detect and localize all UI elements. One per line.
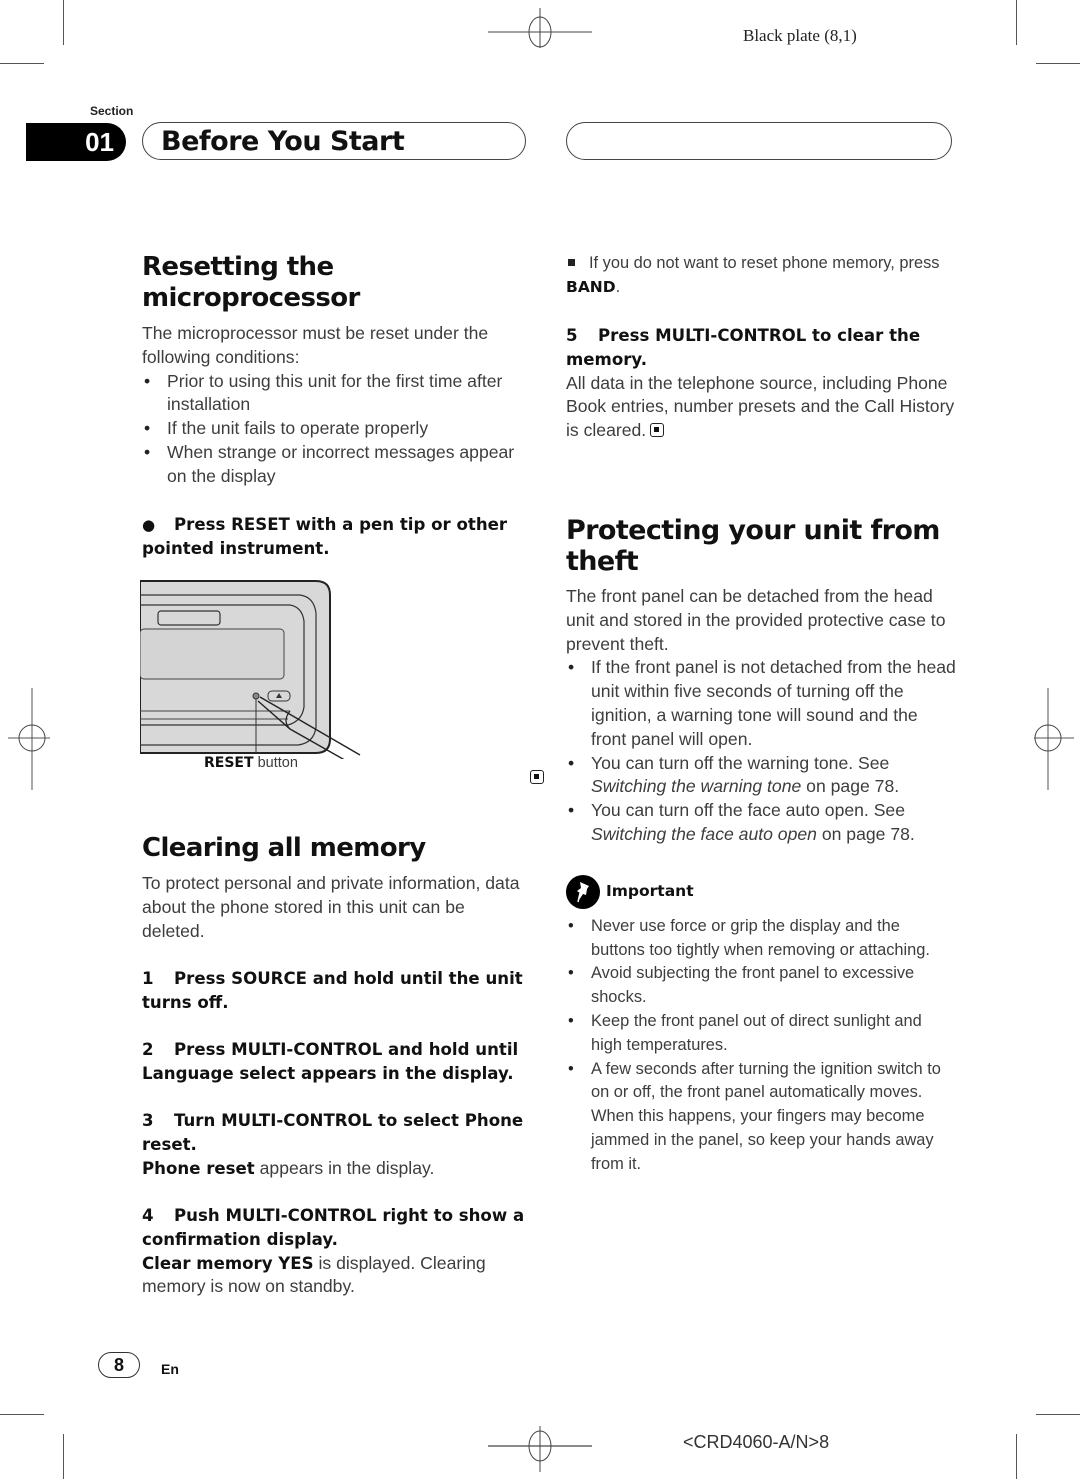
step-2: 2 Press MULTI-CONTROL and hold until Lang… xyxy=(142,1038,532,1086)
caption-text: button xyxy=(253,754,298,771)
crop-mark xyxy=(1016,1434,1017,1479)
crop-mark xyxy=(63,1434,64,1479)
protecting-list: If the front panel is not detached from … xyxy=(566,656,956,846)
result-text: appears in the display. xyxy=(254,1157,435,1178)
step-1: 1 Press SOURCE and hold until the unit tu… xyxy=(142,967,532,1015)
note-text: If you do not want to reset phone memory… xyxy=(589,254,940,272)
list-item: Prior to using this unit for the first t… xyxy=(142,370,532,418)
cross-reference-link[interactable]: Switching the warning tone xyxy=(591,776,801,796)
crop-mark xyxy=(1036,63,1080,64)
step-5: 5 Press MULTI-CONTROL to clear the memory… xyxy=(566,324,956,372)
step-text: Push MULTI-CONTROL right to show a confi… xyxy=(142,1205,525,1249)
band-note: If you do not want to reset phone memory… xyxy=(566,252,956,300)
step-4: 4 Push MULTI-CONTROL right to show a conf… xyxy=(142,1204,532,1252)
protecting-intro: The front panel can be detached from the… xyxy=(566,585,946,654)
protecting-heading: Protecting your unit from theft xyxy=(566,514,940,577)
step-3: 3 Turn MULTI-CONTROL to select Phone rese… xyxy=(142,1109,532,1157)
caption-bold: RESET xyxy=(204,754,254,771)
step-text: Press SOURCE and hold until the unit tur… xyxy=(142,968,523,1012)
left-column: Resetting the microprocessor The micropr… xyxy=(140,252,544,1300)
resetting-heading: Resetting the microprocessor xyxy=(142,252,360,313)
step-text: Turn MULTI-CONTROL to select Phone reset… xyxy=(142,1110,524,1154)
clearing-intro: To protect personal and private informat… xyxy=(142,873,520,941)
list-item: You can turn off the warning tone. See S… xyxy=(566,752,956,800)
list-item: Keep the front panel out of direct sunli… xyxy=(566,1010,956,1058)
step-4-result: Clear memory YES is displayed. Clearing … xyxy=(142,1252,532,1300)
list-item: When strange or incorrect messages appea… xyxy=(142,441,532,489)
square-bullet-icon xyxy=(568,259,575,267)
crop-mark xyxy=(63,0,64,45)
list-item: If the front panel is not detached from … xyxy=(566,656,956,751)
step-number: 1 xyxy=(142,968,154,988)
important-list: Never use force or grip the display and … xyxy=(566,915,956,1177)
list-item: You can turn off the face auto open. See… xyxy=(566,799,956,847)
section-title: Before You Start xyxy=(142,122,526,160)
note-bold: BAND xyxy=(566,277,616,296)
item-text: You can turn off the face auto open. See xyxy=(591,800,906,821)
language-label: En xyxy=(161,1361,179,1377)
clearing-heading: Clearing all memory xyxy=(142,833,426,864)
reset-button-illustration xyxy=(140,579,361,759)
step-5-result: All data in the telephone source, includ… xyxy=(566,372,956,443)
important-list-wrap: Never use force or grip the display and … xyxy=(566,915,956,1177)
pushpin-icon xyxy=(566,874,600,909)
crop-mark xyxy=(0,63,44,64)
end-mark-icon xyxy=(650,423,665,438)
step-text: Press MULTI-CONTROL and hold until Langu… xyxy=(142,1039,519,1083)
crop-mark xyxy=(0,1414,44,1415)
step-number: 3 xyxy=(142,1110,154,1130)
resetting-intro: The microprocessor must be reset under t… xyxy=(142,323,489,367)
list-item: If the unit fails to operate properly xyxy=(142,417,532,441)
empty-header-pill xyxy=(566,122,952,160)
list-item: A few seconds after turning the ignition… xyxy=(566,1058,956,1177)
reset-instruction: ● Press RESET with a pen tip or other poi… xyxy=(142,513,532,561)
list-item: Avoid subjecting the front panel to exce… xyxy=(566,962,956,1010)
plate-label: Black plate (8,1) xyxy=(743,26,857,45)
section-number-badge: 01 xyxy=(26,123,126,161)
step-3-result: Phone reset appears in the display. xyxy=(142,1157,532,1181)
step-number: 5 xyxy=(566,325,578,345)
document-code: <CRD4060-A/N>8 xyxy=(683,1432,830,1452)
bullet-icon: ● xyxy=(142,515,156,534)
crop-mark xyxy=(1036,1414,1080,1415)
important-label: Important xyxy=(606,881,694,900)
result-bold: Clear memory YES xyxy=(142,1253,314,1273)
item-text: You can turn off the warning tone. See xyxy=(591,752,890,773)
note-suffix: . xyxy=(615,277,621,296)
registration-mark-bottom xyxy=(488,1426,592,1472)
registration-mark-top xyxy=(488,8,592,48)
item-text: on page 78. xyxy=(816,823,915,844)
registration-mark-right xyxy=(1034,688,1074,790)
step-text: Press MULTI-CONTROL to clear the memory. xyxy=(566,325,921,369)
end-mark-icon xyxy=(530,769,544,784)
page-number: 8 xyxy=(98,1352,140,1378)
section-end xyxy=(142,766,544,790)
crop-mark xyxy=(1016,0,1017,45)
step-number: 2 xyxy=(142,1039,154,1059)
result-text: All data in the telephone source, includ… xyxy=(566,372,955,441)
list-item: Never use force or grip the display and … xyxy=(566,915,956,963)
right-column: If you do not want to reset phone memory… xyxy=(566,252,956,1177)
registration-mark-left xyxy=(8,688,50,790)
item-text: on page 78. xyxy=(801,776,900,797)
reset-conditions-list: Prior to using this unit for the first t… xyxy=(142,370,532,489)
section-label: Section xyxy=(90,104,134,118)
cross-reference-link[interactable]: Switching the face auto open xyxy=(591,824,817,844)
important-callout: Important xyxy=(566,874,956,909)
step-number: 4 xyxy=(142,1205,154,1225)
reset-instruction-text: Press RESET with a pen tip or other poin… xyxy=(142,514,508,558)
result-bold: Phone reset xyxy=(142,1158,255,1178)
